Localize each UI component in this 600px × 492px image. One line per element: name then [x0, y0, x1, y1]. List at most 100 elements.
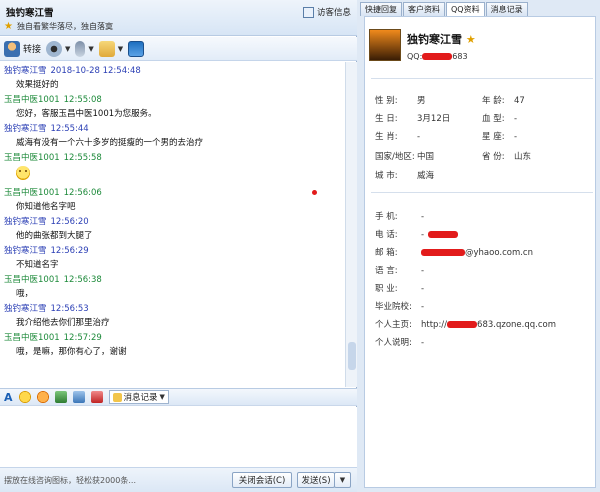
message-history-label: 消息记录 [123, 393, 158, 403]
field-label: 年 龄: [482, 96, 505, 106]
birthday-row: 生 日: 3月12日 [375, 112, 450, 124]
blood-row: 血 型: - [482, 112, 517, 124]
chat-toolbar: 转接 ▼ ▼ ▼ [0, 37, 357, 61]
field-label: 手 机: [375, 212, 398, 222]
screen-share-button[interactable] [128, 40, 145, 57]
camera-icon [46, 40, 63, 57]
send-button[interactable]: 发送(S) [297, 472, 335, 488]
transfer-button[interactable]: 转接 [4, 40, 42, 57]
redaction-mark [447, 321, 478, 328]
message-scrollbar[interactable] [345, 62, 357, 387]
field-value: - [514, 132, 518, 142]
sender-name: 玉昌中医1001 [4, 275, 60, 285]
sender-name: 玉昌中医1001 [4, 95, 60, 105]
message-text: 威海有没有一个六十多岁的挺瘦的一个男的去治疗 [16, 138, 204, 148]
folder-icon [98, 40, 115, 57]
scrollbar-thumb[interactable] [348, 342, 356, 370]
message-time: 12:55:08 [63, 95, 102, 105]
nickname-text: 独钓寒江雪 [407, 33, 462, 46]
zodiac-row: 生 肖: - [375, 130, 420, 142]
message-meta: 玉昌中医1001 12:56:38 [4, 274, 345, 286]
homepage-link[interactable]: 683.qzone.qq.com [477, 320, 556, 330]
sender-name: 玉昌中医1001 [4, 188, 60, 198]
field-value: - [421, 302, 425, 312]
transfer-label: 转接 [23, 45, 42, 55]
message-meta: 独钓寒江雪 12:55:44 [4, 123, 345, 135]
job-row: 职 业: - [375, 282, 424, 294]
message-item: 玉昌中医1001 12:55:08 您好，客服玉昌中医1001为您服务。 [4, 94, 345, 121]
description-row: 个人说明: - [375, 336, 424, 348]
message-meta: 玉昌中医1001 12:55:58 [4, 152, 345, 164]
field-label: 语 言: [375, 266, 398, 276]
send-options-button[interactable]: ▼ [334, 472, 351, 488]
qq-profile-card: 独钓寒江雪 ★ QQ: 683 性 别: 男 年 龄: 47 生 日: 3月12日 血 … [364, 16, 596, 488]
tab-0[interactable]: 快捷回复 [360, 2, 402, 16]
message-input[interactable] [0, 407, 357, 467]
message-text: 哦， [16, 289, 34, 299]
field-value: 中国 [417, 152, 435, 162]
tab-3[interactable]: 消息记录 [485, 2, 528, 16]
message-time: 12:56:06 [63, 188, 102, 198]
message-item: 独钓寒江雪 12:56:20 他的曲张都到大腿了 [4, 216, 345, 243]
audio-button[interactable]: ▼ [75, 40, 94, 57]
field-value: - [421, 284, 425, 294]
message-item: 独钓寒江雪 2018-10-28 12:54:48 效果挺好的 [4, 65, 345, 92]
school-row: 毕业院校: - [375, 300, 424, 312]
visitor-info-label: 访客信息 [316, 8, 351, 18]
file-button[interactable]: ▼ [98, 40, 124, 57]
signature: ★ 独自看繁华落尽，独自落寞 [4, 21, 113, 32]
field-value: - [417, 132, 421, 142]
image-icon[interactable] [54, 391, 67, 403]
input-toolbar: A 消息记录 ▼ [0, 388, 357, 406]
emoji-icon[interactable] [18, 391, 31, 403]
profile-nickname: 独钓寒江雪 ★ [407, 31, 476, 47]
tab-2[interactable]: QQ资料 [446, 2, 485, 16]
video-button[interactable]: ▼ [46, 40, 70, 57]
bottom-bar: 摆放在线咨询图标，轻松获2000条... 关闭会话(C) 发送(S) ▼ [0, 467, 357, 492]
tab-1[interactable]: 客户资料 [403, 2, 445, 16]
message-meta: 玉昌中医1001 12:56:06 [4, 187, 345, 199]
chevron-down-icon: ▼ [117, 44, 124, 53]
message-time: 12:55:58 [63, 153, 102, 163]
sender-name: 独钓寒江雪 [4, 304, 47, 314]
message-time: 12:56:38 [63, 275, 102, 285]
shake-icon[interactable] [90, 391, 103, 403]
divider [371, 192, 593, 193]
chevron-down-icon: ▼ [159, 393, 165, 401]
profile-qq: QQ: 683 [407, 52, 468, 61]
visitor-info-button[interactable]: 访客信息 [302, 6, 351, 18]
font-icon[interactable]: A [4, 391, 13, 404]
message-time: 12:55:44 [50, 124, 89, 134]
message-text: 我介绍他去你们那里治疗 [16, 318, 110, 328]
message-history-button[interactable]: 消息记录 ▼ [108, 390, 169, 404]
screenshot-icon[interactable] [72, 391, 85, 403]
message-emoji [4, 166, 345, 185]
message-time: 2018-10-28 12:54:48 [50, 66, 141, 76]
message-text: 不知道名字 [16, 260, 59, 270]
field-label: 邮 箱: [375, 248, 398, 258]
field-value: - [514, 114, 518, 124]
star-icon: ★ [4, 21, 13, 32]
qq-suffix: 683 [452, 52, 468, 61]
field-label: 个人说明: [375, 338, 412, 348]
ad-text[interactable]: 摆放在线咨询图标，轻松获2000条... [4, 475, 136, 486]
message-item: 玉昌中医1001 12:56:38 哦， [4, 274, 345, 301]
redaction-mark [428, 231, 459, 238]
redaction-mark [422, 53, 453, 60]
close-session-button[interactable]: 关闭会话(C) [232, 472, 292, 488]
email-row: 邮 箱: @yhaoo.com.cn [375, 246, 533, 258]
message-time: 12:56:29 [50, 246, 89, 256]
sender-name: 独钓寒江雪 [4, 217, 47, 227]
gif-icon[interactable] [36, 391, 49, 403]
message-text: 哦，是嘛，那你有心了，谢谢 [16, 347, 127, 357]
signature-text: 独自看繁华落尽，独自落寞 [16, 22, 113, 31]
homepage-link[interactable]: http:// [421, 320, 447, 330]
message-text: 你知道他名字吧 [16, 202, 76, 212]
redaction-mark [421, 249, 465, 256]
message-meta: 玉昌中医1001 12:57:29 [4, 332, 345, 344]
country-row: 国家/地区: 中国 [375, 150, 434, 162]
message-time: 12:57:29 [63, 333, 102, 343]
info-panel: 快捷回复 客户资料 QQ资料 消息记录 独钓寒江雪 ★ QQ: 683 性 别: 男 年 … [358, 0, 600, 492]
info-tabs: 快捷回复 客户资料 QQ资料 消息记录 [358, 2, 600, 16]
field-label: 生 日: [375, 114, 398, 124]
